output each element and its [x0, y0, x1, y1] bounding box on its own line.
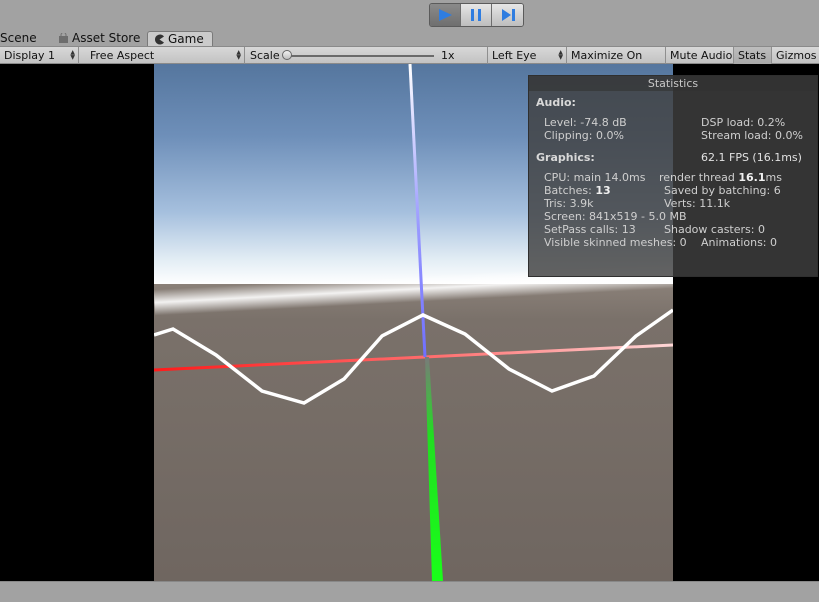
play-icon	[439, 9, 452, 21]
render-thread-label: render thread	[659, 171, 739, 184]
aspect-dropdown[interactable]: Free Aspect ▲ ▼	[86, 47, 245, 64]
graphics-header: Graphics:	[536, 151, 595, 164]
audio-level: Level: -74.8 dB	[544, 116, 627, 129]
gizmos-label: Gizmos	[776, 49, 817, 62]
game-toolbar: Display 1 ▲ ▼ Free Aspect ▲ ▼ Scale 1x Lef…	[0, 46, 819, 79]
scale-slider-track[interactable]	[291, 55, 434, 57]
render-thread-value: 16.1	[738, 171, 766, 184]
top-toolbar	[0, 0, 819, 30]
audio-header: Audio:	[536, 96, 576, 109]
dropdown-arrows-icon: ▲ ▼	[236, 49, 241, 61]
editor-tabs: Scene Asset Store Game	[0, 30, 819, 46]
pacman-icon	[155, 34, 164, 45]
statistics-title: Statistics	[529, 76, 817, 91]
setpass-calls: SetPass calls: 13	[544, 223, 636, 236]
visible-skinned-meshes: Visible skinned meshes: 0	[544, 236, 687, 249]
tab-scene[interactable]: Scene	[0, 31, 43, 46]
status-bar	[0, 581, 819, 602]
gizmos-dropdown[interactable]: Gizmos	[772, 47, 819, 64]
step-button[interactable]	[492, 4, 523, 26]
maximize-on-play-toggle[interactable]: Maximize On Play	[567, 47, 666, 79]
tab-asset-store[interactable]: Asset Store	[52, 31, 146, 46]
pause-icon	[471, 9, 481, 21]
stream-load: Stream load: 0.0%	[701, 129, 803, 142]
aspect-label: Free Aspect	[90, 49, 155, 62]
render-thread: render thread 16.1ms	[659, 171, 782, 184]
shopping-bag-icon	[59, 32, 68, 43]
display-dropdown[interactable]: Display 1 ▲ ▼	[0, 47, 79, 64]
display-label: Display 1	[4, 49, 56, 62]
eye-dropdown[interactable]: Left Eye ▲ ▼	[488, 47, 567, 64]
play-controls	[429, 3, 524, 27]
stats-label: Stats	[738, 49, 767, 62]
y-axis-line	[408, 64, 427, 358]
batches-label: Batches:	[544, 184, 596, 197]
dropdown-arrows-icon: ▲ ▼	[558, 49, 563, 61]
tab-game[interactable]: Game	[147, 31, 213, 46]
fps-readout: 62.1 FPS (16.1ms)	[701, 151, 802, 164]
scale-slider-thumb[interactable]	[282, 50, 292, 60]
dropdown-arrows-icon: ▲ ▼	[70, 49, 75, 61]
animations: Animations: 0	[701, 236, 778, 249]
play-button[interactable]	[430, 4, 461, 26]
z-axis-line	[425, 357, 443, 581]
batches: Batches: 13	[544, 184, 611, 197]
saved-by-batching: Saved by batching: 6	[664, 184, 781, 197]
shadow-casters: Shadow casters: 0	[664, 223, 765, 236]
step-icon	[501, 9, 515, 21]
scale-value: 1x	[441, 49, 455, 62]
tab-label: Asset Store	[72, 31, 141, 45]
statistics-panel: Statistics Audio: Level: -74.8 dB Clippi…	[528, 75, 818, 277]
tab-label: Scene	[0, 31, 37, 45]
batches-value: 13	[595, 184, 611, 197]
cpu-main: CPU: main 14.0ms	[544, 171, 646, 184]
stats-toggle[interactable]: Stats	[734, 47, 772, 64]
mute-label: Mute Audio	[670, 49, 733, 62]
tris: Tris: 3.9k	[544, 197, 594, 210]
audio-clipping: Clipping: 0.0%	[544, 129, 624, 142]
pause-button[interactable]	[461, 4, 492, 26]
tab-label: Game	[168, 32, 204, 46]
screen-info: Screen: 841x519 - 5.0 MB	[544, 210, 687, 223]
game-view[interactable]: Statistics Audio: Level: -74.8 dB Clippi…	[0, 64, 819, 581]
eye-label: Left Eye	[492, 49, 537, 62]
mute-audio-toggle[interactable]: Mute Audio	[666, 47, 734, 64]
dsp-load: DSP load: 0.2%	[701, 116, 786, 129]
verts: Verts: 11.1k	[664, 197, 731, 210]
render-thread-unit: ms	[765, 171, 782, 184]
scale-label: Scale	[250, 49, 280, 62]
